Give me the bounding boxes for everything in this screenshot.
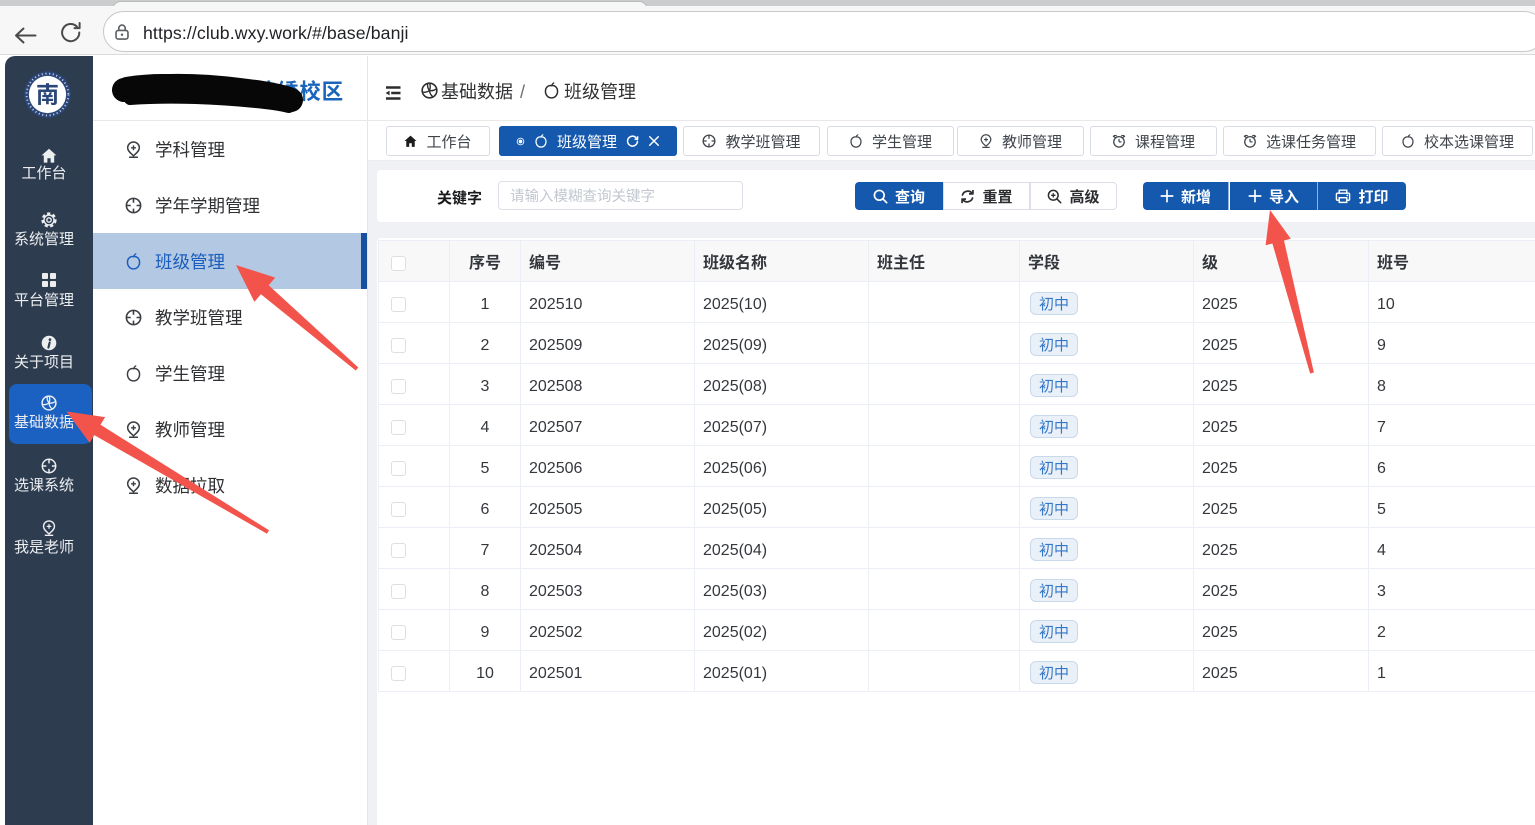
svg-text:南: 南 <box>36 76 59 110</box>
